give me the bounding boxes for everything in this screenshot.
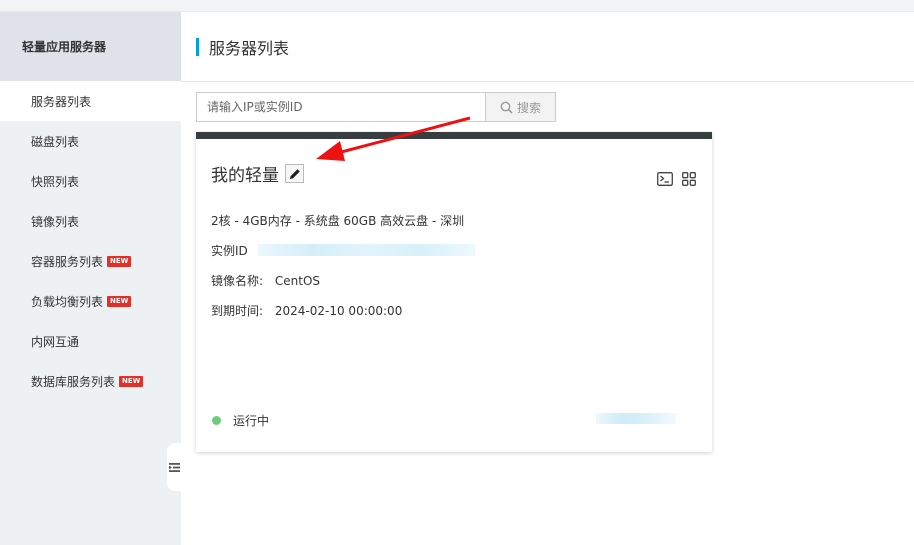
title-accent-bar bbox=[196, 37, 199, 56]
status-text: 运行中 bbox=[233, 414, 270, 428]
new-badge: NEW bbox=[107, 255, 132, 267]
sidebar-item-label: 容器服务列表 bbox=[31, 254, 104, 269]
image-value: CentOS bbox=[274, 274, 321, 288]
sidebar-item-disk-list[interactable]: 磁盘列表 bbox=[0, 121, 181, 161]
sidebar-item-load-balancer-list[interactable]: 负载均衡列表 NEW bbox=[0, 281, 181, 321]
collapse-menu-glyph bbox=[168, 462, 180, 472]
main-content: 服务器列表 搜索 我的轻量 bbox=[181, 12, 914, 545]
search-button-label: 搜索 bbox=[516, 100, 541, 115]
card-actions bbox=[657, 172, 696, 186]
sidebar-item-label: 内网互通 bbox=[31, 334, 80, 349]
new-badge: NEW bbox=[119, 375, 144, 387]
sidebar-item-intranet-interconnect[interactable]: 内网互通 bbox=[0, 321, 181, 361]
ip-redacted bbox=[596, 413, 676, 424]
search-bar: 搜索 bbox=[196, 92, 556, 122]
instance-id-redacted bbox=[258, 244, 475, 256]
grid-icon[interactable] bbox=[682, 172, 696, 186]
server-card[interactable]: 我的轻量 2核 - 4GB内存 - 系统盘 60GB 高效云盘 - 深圳 实例I… bbox=[196, 132, 712, 452]
sidebar-item-label: 快照列表 bbox=[31, 174, 80, 189]
sidebar-title: 轻量应用服务器 bbox=[0, 12, 181, 81]
sidebar-item-server-list[interactable]: 服务器列表 bbox=[0, 81, 181, 121]
sidebar-item-label: 负载均衡列表 bbox=[31, 294, 104, 309]
sidebar-item-image-list[interactable]: 镜像列表 bbox=[0, 201, 181, 241]
image-label: 镜像名称: bbox=[211, 274, 264, 288]
expiry-value: 2024-02-10 00:00:00 bbox=[274, 304, 403, 318]
sidebar-item-label: 数据库服务列表 bbox=[31, 374, 116, 389]
page-title: 服务器列表 bbox=[209, 38, 290, 58]
search-icon bbox=[500, 101, 513, 114]
edit-name-button[interactable] bbox=[285, 164, 304, 183]
sidebar: 轻量应用服务器 服务器列表 磁盘列表 快照列表 镜像列表 容器服务列表 NEW … bbox=[0, 12, 181, 545]
status-indicator: 运行中 bbox=[212, 412, 269, 429]
sidebar-item-label: 镜像列表 bbox=[31, 214, 80, 229]
image-row: 镜像名称: CentOS bbox=[211, 272, 320, 289]
sidebar-item-label: 磁盘列表 bbox=[31, 134, 80, 149]
sidebar-item-container-service-list[interactable]: 容器服务列表 NEW bbox=[0, 241, 181, 281]
page-header: 服务器列表 bbox=[181, 12, 914, 82]
new-badge: NEW bbox=[107, 295, 132, 307]
sidebar-item-snapshot-list[interactable]: 快照列表 bbox=[0, 161, 181, 201]
sidebar-item-label: 服务器列表 bbox=[31, 94, 92, 109]
expiry-row: 到期时间: 2024-02-10 00:00:00 bbox=[211, 302, 402, 319]
terminal-icon[interactable] bbox=[657, 172, 673, 186]
search-button[interactable]: 搜索 bbox=[486, 92, 556, 122]
search-input[interactable] bbox=[196, 92, 486, 122]
server-name: 我的轻量 bbox=[211, 166, 279, 186]
server-spec: 2核 - 4GB内存 - 系统盘 60GB 高效云盘 - 深圳 bbox=[211, 214, 465, 228]
pencil-icon bbox=[289, 168, 300, 179]
expiry-label: 到期时间: bbox=[211, 304, 264, 318]
sidebar-item-database-service-list[interactable]: 数据库服务列表 NEW bbox=[0, 361, 181, 401]
instance-id-label: 实例ID bbox=[211, 244, 248, 258]
collapse-menu-icon[interactable] bbox=[167, 443, 181, 491]
server-name-row: 我的轻量 bbox=[211, 161, 304, 186]
status-dot bbox=[212, 416, 221, 425]
top-bar bbox=[0, 0, 914, 12]
